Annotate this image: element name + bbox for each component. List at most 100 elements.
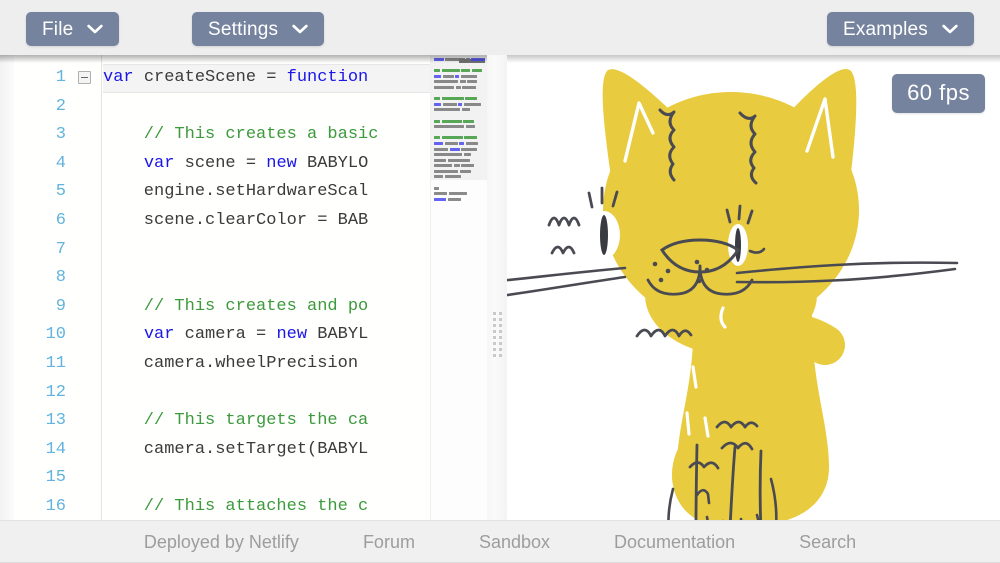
grip-dot-row [493, 312, 502, 315]
grip-dot [493, 330, 496, 333]
minimap-line [434, 181, 485, 185]
code-line[interactable]: 2 [0, 93, 430, 122]
file-menu-button[interactable]: File [26, 12, 120, 46]
minimap-line [434, 158, 485, 163]
footer-link-deployed-by-netlify[interactable]: Deployed by Netlify [144, 532, 299, 553]
minimap-line [434, 125, 485, 129]
settings-menu-button[interactable]: Settings [192, 12, 325, 46]
minimap-line [434, 136, 485, 140]
footer-link-sandbox[interactable]: Sandbox [479, 532, 550, 553]
minimap-line [434, 85, 485, 90]
code-line[interactable]: 12 [0, 379, 430, 408]
minimap-token [459, 80, 466, 84]
minimap-token [434, 192, 447, 196]
minimap-token [434, 147, 448, 151]
line-number: 4 [55, 153, 66, 173]
minimap-line [434, 175, 485, 179]
minimap-line [434, 192, 485, 196]
minimap-line [434, 153, 485, 157]
code-line[interactable]: 1 var createScene = function [0, 64, 443, 93]
minimap-token [467, 80, 477, 84]
render-canvas-pane[interactable]: 60 fps [507, 55, 1000, 520]
minimap-token [434, 175, 443, 179]
minimap-token [471, 58, 485, 61]
code-line[interactable]: 6 scene.clearColor = BAB [0, 207, 430, 236]
line-number: 15 [45, 468, 66, 488]
code-line-text: // This creates and po [103, 296, 369, 316]
code-line[interactable]: 5 engine.setHardwareScal [0, 178, 430, 207]
minimap-token [434, 119, 440, 123]
code-line[interactable]: 16 // This attaches the c [0, 493, 430, 520]
minimap-line [434, 74, 485, 79]
grip-dot [493, 354, 496, 357]
minimap-line [434, 131, 485, 135]
minimap-token [442, 74, 454, 78]
playground-app: File Settings Examples 1 var createScene … [0, 0, 1000, 563]
code-line-text: engine.setHardwareScal [103, 182, 369, 202]
minimap-token [434, 125, 464, 129]
line-number: 14 [45, 439, 66, 459]
footer-link-documentation[interactable]: Documentation [614, 532, 735, 553]
settings-menu-label: Settings [208, 18, 279, 40]
minimap-token [465, 125, 475, 129]
fold-toggle-icon[interactable] [78, 71, 91, 84]
minimap-token [434, 186, 439, 190]
splitter-grip-icon[interactable] [493, 312, 502, 360]
minimap-token [434, 136, 440, 140]
code-line[interactable]: 4 var scene = new BABYLO [0, 150, 430, 179]
chevron-down-icon [87, 24, 104, 34]
minimap-line [434, 102, 485, 107]
line-number: 9 [55, 296, 66, 316]
code-line[interactable]: 9 // This creates and po [0, 293, 430, 322]
code-line[interactable]: 15 [0, 464, 430, 493]
pane-splitter[interactable] [487, 55, 507, 520]
line-number: 2 [55, 96, 66, 116]
minimap-token [463, 153, 471, 157]
minimap-token [455, 74, 459, 78]
chevron-down-icon [292, 24, 308, 34]
grip-dot-row [493, 348, 502, 351]
minimap-line [434, 147, 485, 152]
line-number: 5 [55, 182, 66, 202]
minimap[interactable] [430, 55, 487, 520]
minimap-line [434, 64, 485, 68]
chevron-down-icon [942, 24, 958, 34]
minimap-line [434, 197, 485, 202]
grip-dot [493, 336, 496, 339]
code-line[interactable]: 8 [0, 264, 430, 293]
grip-dot-row [493, 330, 502, 333]
grip-dot-row [493, 342, 502, 345]
minimap-token [434, 108, 460, 112]
line-number: 11 [45, 353, 66, 373]
code-line-text: var scene = new BABYLO [143, 153, 369, 173]
minimap-token [464, 136, 477, 140]
footer-link-search[interactable]: Search [799, 532, 856, 553]
line-number: 8 [55, 268, 66, 288]
code-editor[interactable]: 1 var createScene = function 2 3 // This cr… [0, 55, 487, 520]
minimap-token [455, 85, 461, 89]
line-number: 12 [45, 382, 66, 402]
line-number: 16 [45, 496, 66, 516]
grip-dot [499, 342, 502, 345]
code-lines[interactable]: 1 var createScene = function 2 3 // This cr… [0, 55, 443, 520]
code-line[interactable]: 14 camera.setTarget(BABYL [0, 436, 430, 465]
top-toolbar: File Settings Examples [0, 0, 1000, 55]
file-menu-label: File [42, 18, 74, 40]
minimap-token [434, 85, 454, 89]
minimap-token [442, 102, 457, 106]
line-number: 7 [55, 239, 66, 259]
code-line[interactable]: 11 camera.wheelPrecision [0, 350, 430, 379]
minimap-token [441, 136, 463, 140]
footer-link-forum[interactable]: Forum [363, 532, 415, 553]
minimap-token [434, 158, 446, 162]
minimap-line [434, 97, 485, 101]
code-line[interactable]: 3 // This creates a basic [0, 121, 430, 150]
line-number: 3 [55, 125, 66, 145]
code-line[interactable]: 13 // This targets the ca [0, 407, 430, 436]
examples-menu-button[interactable]: Examples [826, 12, 974, 46]
line-number: 6 [55, 210, 66, 230]
code-line[interactable]: 7 [0, 236, 430, 265]
minimap-line [434, 92, 485, 96]
code-line[interactable]: 10 var camera = new BABYL [0, 321, 430, 350]
grip-dot-row [493, 336, 502, 339]
